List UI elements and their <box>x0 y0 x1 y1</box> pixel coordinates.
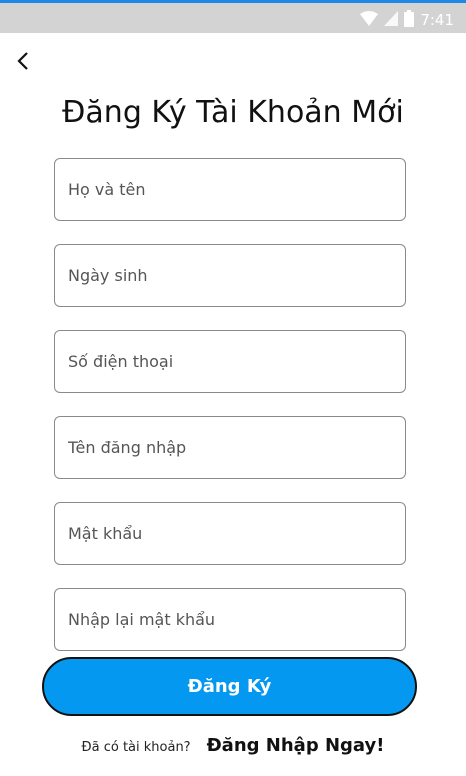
back-button[interactable] <box>10 50 36 76</box>
status-bar: 7:41 <box>0 0 466 33</box>
password-field[interactable] <box>54 502 406 565</box>
username-field[interactable] <box>54 416 406 479</box>
chevron-left-icon <box>16 51 30 75</box>
full-name-input[interactable] <box>68 180 392 199</box>
wifi-icon <box>360 10 379 30</box>
status-time: 7:41 <box>420 11 454 29</box>
confirm-password-field[interactable] <box>54 588 406 651</box>
birthdate-field[interactable] <box>54 244 406 307</box>
page-title: Đăng Ký Tài Khoản Mới <box>62 95 404 130</box>
username-input[interactable] <box>68 438 392 457</box>
phone-input[interactable] <box>68 352 392 371</box>
battery-icon <box>404 9 415 31</box>
password-input[interactable] <box>68 524 392 543</box>
phone-field[interactable] <box>54 330 406 393</box>
confirm-password-input[interactable] <box>68 610 392 629</box>
login-prompt: Đã có tài khoản? Đăng Nhập Ngay! <box>0 735 466 756</box>
signal-icon <box>384 10 399 30</box>
register-button[interactable]: Đăng Ký <box>42 657 417 716</box>
status-icons: 7:41 <box>360 9 454 31</box>
login-question: Đã có tài khoản? <box>81 740 191 755</box>
login-now-link[interactable]: Đăng Nhập Ngay! <box>207 735 385 756</box>
birthdate-input[interactable] <box>68 266 392 285</box>
full-name-field[interactable] <box>54 158 406 221</box>
